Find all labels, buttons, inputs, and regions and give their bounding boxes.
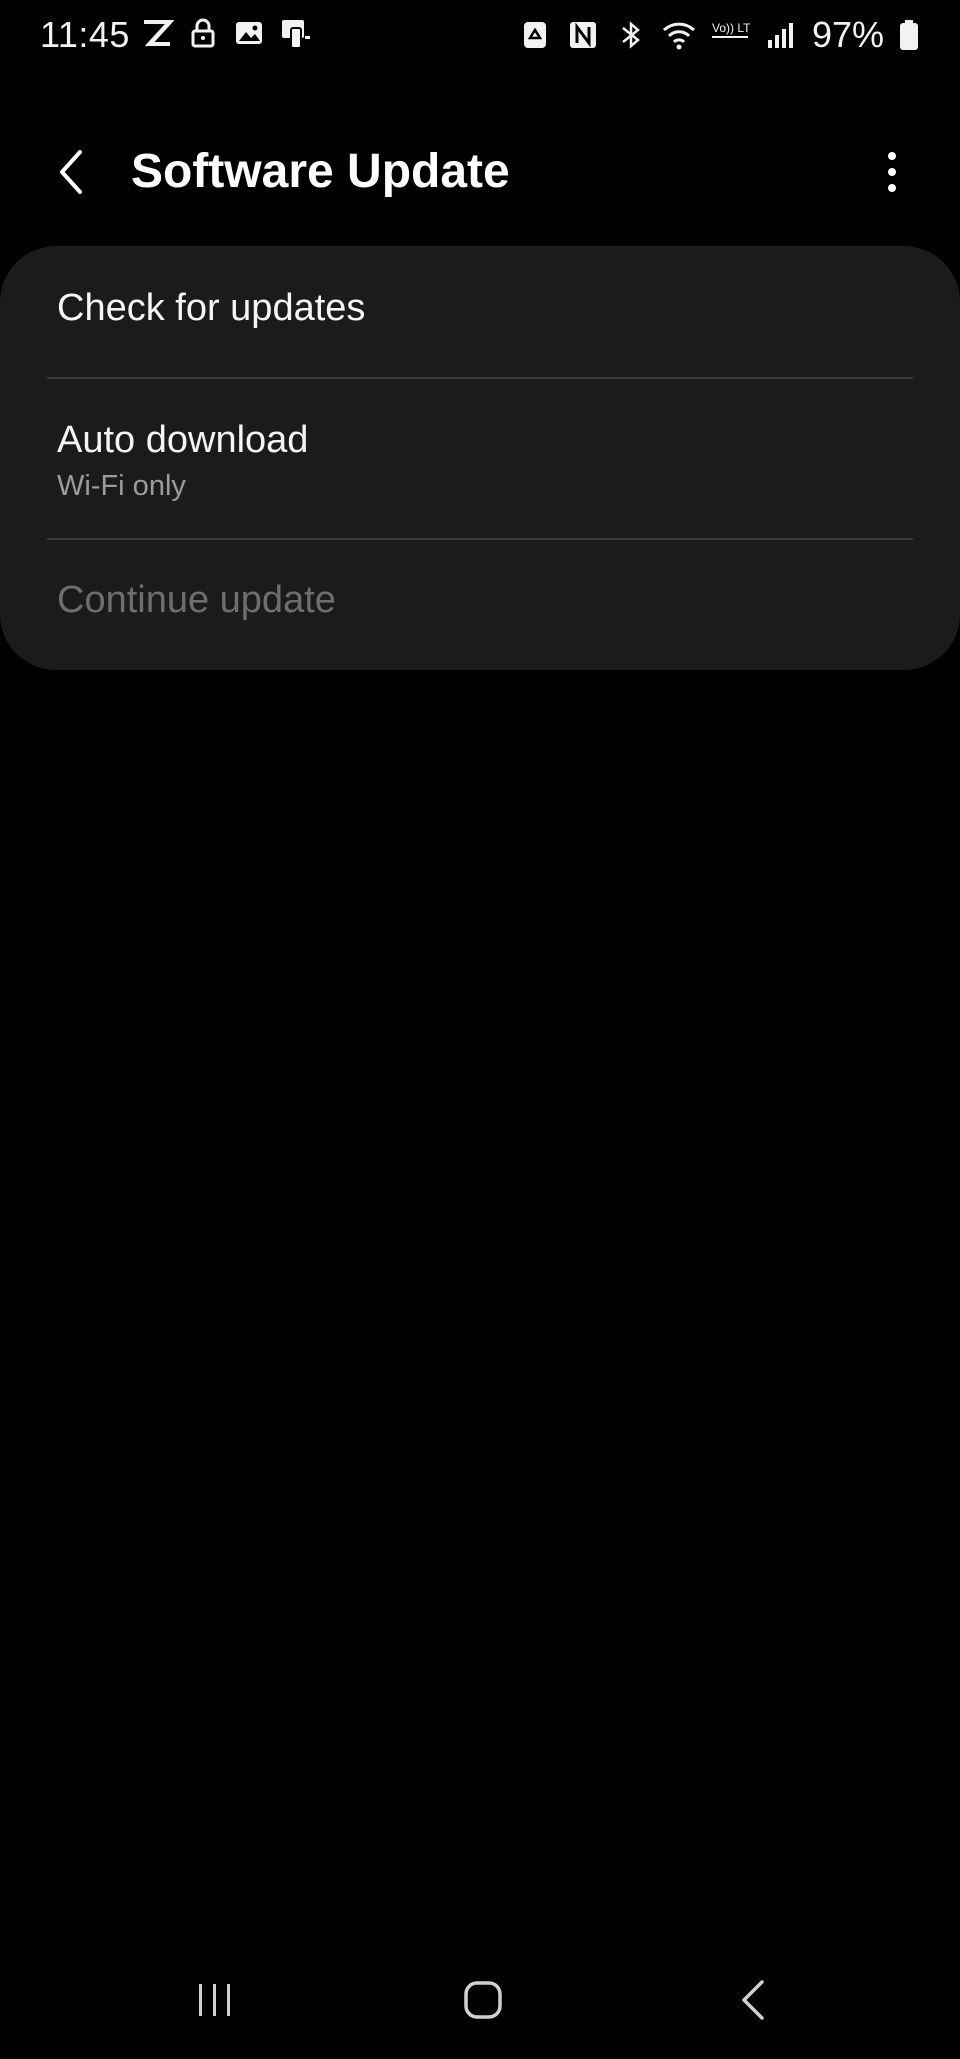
navigation-bar bbox=[0, 1940, 960, 2059]
nav-back-button[interactable] bbox=[718, 1970, 788, 2030]
app-header: Software Update bbox=[0, 130, 960, 218]
menu-item-title: Auto download bbox=[57, 419, 309, 461]
status-right-icons: Vo)) LTE1 97% bbox=[518, 14, 920, 56]
recents-icon bbox=[199, 1984, 230, 2016]
battery-icon bbox=[898, 18, 920, 52]
home-button[interactable] bbox=[448, 1970, 518, 2030]
image-icon bbox=[232, 16, 266, 50]
status-time: 11:45 bbox=[40, 14, 130, 55]
divider bbox=[47, 377, 913, 379]
bluetooth-icon bbox=[614, 18, 648, 52]
menu-item-auto-download[interactable]: Auto download Wi-Fi only bbox=[57, 416, 917, 546]
status-bar: 11:45 Vo)) LTE1 97 bbox=[0, 0, 960, 72]
divider bbox=[47, 538, 913, 540]
recents-button[interactable] bbox=[180, 1970, 250, 2030]
menu-item-title: Check for updates bbox=[57, 287, 366, 329]
signal-icon bbox=[764, 18, 798, 52]
menu-item-title: Continue update bbox=[57, 579, 336, 621]
settings-card: Check for updates Auto download Wi-Fi on… bbox=[0, 246, 960, 670]
z-app-icon bbox=[140, 16, 174, 50]
nfc-icon bbox=[566, 18, 600, 52]
more-options-button[interactable] bbox=[868, 140, 916, 204]
menu-item-subtitle: Wi-Fi only bbox=[57, 470, 186, 502]
status-left-icons bbox=[140, 16, 312, 50]
nav-back-icon bbox=[742, 1980, 764, 2020]
battery-percent: 97% bbox=[811, 14, 884, 55]
cast-icon bbox=[278, 16, 312, 50]
home-icon bbox=[464, 1981, 502, 2019]
wifi-icon bbox=[662, 18, 696, 52]
menu-item-continue-update: Continue update bbox=[57, 576, 917, 666]
page-title: Software Update bbox=[131, 145, 510, 198]
recycle-icon bbox=[518, 18, 552, 52]
volte-icon: Vo)) LTE1 bbox=[710, 18, 750, 52]
more-vertical-icon bbox=[888, 152, 896, 192]
back-button[interactable] bbox=[40, 140, 104, 204]
volte-top-label: Vo)) LTE1 bbox=[712, 21, 750, 35]
menu-item-check-for-updates[interactable]: Check for updates bbox=[57, 284, 917, 374]
chevron-left-icon bbox=[60, 150, 82, 194]
lock-icon bbox=[186, 16, 220, 50]
